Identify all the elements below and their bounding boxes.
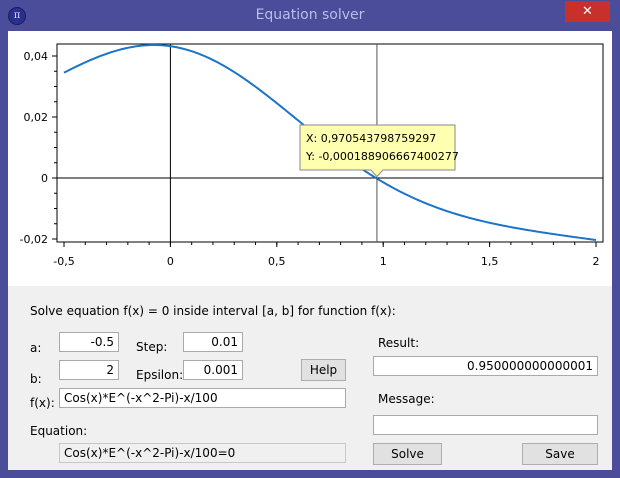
message-field[interactable] xyxy=(373,415,598,435)
tooltip-y-text: Y: -0,000188906667400277 xyxy=(305,150,459,163)
chart-panel[interactable]: -0,5 0 0,5 1 1,5 2 0,04 0,02 0 -0,02 X: 0,97054379… xyxy=(8,31,612,286)
x-tick-label: 0,5 xyxy=(268,255,286,268)
save-button[interactable]: Save xyxy=(522,443,598,465)
instruction-text: Solve equation f(x) = 0 inside interval … xyxy=(30,304,396,318)
result-field[interactable]: 0.950000000000001 xyxy=(373,356,598,376)
function-chart[interactable]: -0,5 0 0,5 1 1,5 2 0,04 0,02 0 -0,02 X: 0,97054379… xyxy=(8,31,612,286)
tooltip-x-text: X: 0,970543798759297 xyxy=(306,132,436,145)
a-label: a: xyxy=(30,341,42,355)
close-button[interactable]: ✕ xyxy=(565,1,610,22)
x-tick-label: 1 xyxy=(380,255,387,268)
y-tick-label: -0,02 xyxy=(20,233,48,246)
window-frame-right xyxy=(612,31,620,478)
x-tick-label: -0,5 xyxy=(53,255,74,268)
y-tick-label: 0 xyxy=(41,172,48,185)
equation-field: Cos(x)*E^(-x^2-Pi)-x/100=0 xyxy=(59,443,346,463)
message-label: Message: xyxy=(378,392,435,406)
window-title: Equation solver xyxy=(255,7,365,23)
b-input[interactable]: 2 xyxy=(59,360,119,380)
solve-button[interactable]: Solve xyxy=(373,443,442,465)
equation-label: Equation: xyxy=(30,424,88,438)
result-label: Result: xyxy=(378,336,420,350)
step-input[interactable]: 0.01 xyxy=(183,332,243,352)
fx-input[interactable]: Cos(x)*E^(-x^2-Pi)-x/100 xyxy=(59,388,346,408)
x-tick-label: 2 xyxy=(593,255,600,268)
y-tick-label: 0,04 xyxy=(24,50,49,63)
fx-label: f(x): xyxy=(30,396,55,410)
title-bar: π Equation solver ✕ xyxy=(0,0,620,31)
epsilon-label: Epsilon: xyxy=(136,368,184,382)
window-frame-bottom xyxy=(0,470,620,478)
window-frame-left xyxy=(0,31,8,478)
x-tick-label: 1,5 xyxy=(481,255,499,268)
x-tick-label: 0 xyxy=(167,255,174,268)
help-button[interactable]: Help xyxy=(301,359,346,381)
a-input[interactable]: -0.5 xyxy=(59,332,119,352)
epsilon-input[interactable]: 0.001 xyxy=(183,360,243,380)
step-label: Step: xyxy=(136,340,168,354)
b-label: b: xyxy=(30,372,42,386)
y-tick-label: 0,02 xyxy=(24,111,49,124)
